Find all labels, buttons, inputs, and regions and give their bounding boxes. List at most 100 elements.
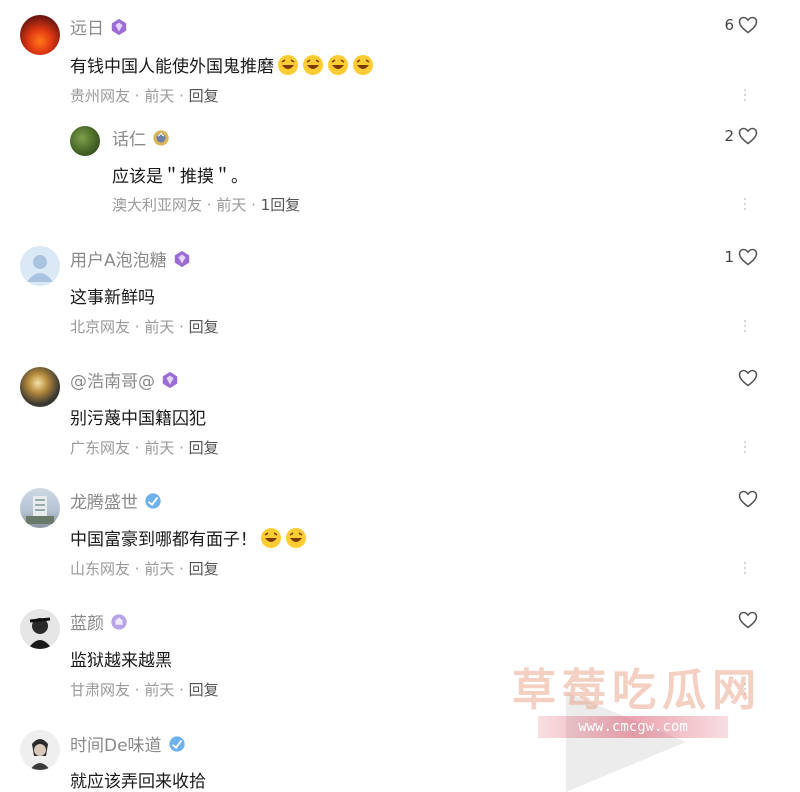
- person-photo-icon: [20, 730, 60, 770]
- username-text: 远日: [70, 19, 104, 39]
- like-button[interactable]: 2: [724, 127, 758, 145]
- location: 山东网友: [70, 560, 131, 578]
- comment-text: 这事新鲜吗: [70, 283, 155, 308]
- timestamp: 前天: [144, 681, 175, 699]
- separator: ·: [130, 681, 145, 699]
- like-button[interactable]: 1: [724, 248, 758, 266]
- like-button[interactable]: 6: [724, 16, 758, 34]
- more-options-icon[interactable]: [742, 320, 748, 332]
- comment-meta: 山东网友 · 前天 · 回复: [70, 558, 219, 579]
- avatar[interactable]: [70, 126, 100, 156]
- avatar[interactable]: [20, 15, 60, 55]
- avatar[interactable]: [20, 730, 60, 770]
- laughing-emoji-icon: [278, 54, 298, 75]
- more-options-icon[interactable]: [742, 562, 748, 574]
- separator: ·: [202, 196, 217, 214]
- avatar[interactable]: [20, 246, 60, 286]
- more-options-icon[interactable]: [742, 198, 748, 210]
- username-text: 话仁: [112, 130, 146, 150]
- reply-button[interactable]: 回复: [189, 439, 219, 457]
- like-button[interactable]: [738, 611, 758, 629]
- laughing-emoji-icon: [303, 54, 323, 75]
- comment-text-content: 应该是＂推摸＂。: [112, 167, 248, 187]
- separator: ·: [174, 681, 189, 699]
- blue-badge-icon: [145, 492, 161, 509]
- avatar[interactable]: [20, 609, 60, 649]
- separator: ·: [174, 318, 189, 336]
- username-text: @浩南哥@: [70, 372, 155, 392]
- timestamp: 前天: [144, 560, 175, 578]
- like-button[interactable]: [738, 490, 758, 508]
- username-text: 蓝颜: [70, 614, 104, 634]
- reply-button[interactable]: 回复: [189, 318, 219, 336]
- reply-button[interactable]: 回复: [189, 560, 219, 578]
- more-options-icon[interactable]: [742, 441, 748, 453]
- laughing-emoji-icon: [261, 527, 281, 548]
- location: 北京网友: [70, 318, 131, 336]
- reply-button[interactable]: 回复: [189, 87, 219, 105]
- username-text: 龙腾盛世: [70, 493, 138, 513]
- location: 广东网友: [70, 439, 131, 457]
- purple-badge-icon: [162, 371, 178, 388]
- separator: ·: [130, 318, 145, 336]
- comment-meta: 澳大利亚网友 · 前天 · 1回复: [112, 194, 300, 215]
- location: 贵州网友: [70, 87, 131, 105]
- heart-icon: [738, 611, 758, 629]
- username[interactable]: 远日: [70, 14, 128, 39]
- username[interactable]: @浩南哥@: [70, 367, 179, 392]
- separator: ·: [174, 87, 189, 105]
- watermark-logo: 草莓吃瓜网: [512, 665, 762, 716]
- comment-text: 就应该弄回来收拾: [70, 767, 206, 792]
- username-text: 时间De味道: [70, 736, 162, 756]
- laughing-emoji-icon: [286, 527, 306, 548]
- reply-button[interactable]: 回复: [189, 681, 219, 699]
- username[interactable]: 龙腾盛世: [70, 488, 162, 513]
- purple-badge-icon: [111, 18, 127, 35]
- laughing-emoji-icon: [328, 54, 348, 75]
- comment-text-content: 别污蔑中国籍囚犯: [70, 409, 206, 429]
- comment-text: 有钱中国人能使外国鬼推磨: [70, 52, 374, 77]
- purple-badge-icon: [174, 250, 189, 267]
- comment-meta: 贵州网友 · 前天 · 回复: [70, 85, 219, 106]
- like-count: 2: [724, 127, 734, 145]
- timestamp: 前天: [144, 87, 175, 105]
- more-options-icon[interactable]: [742, 89, 748, 101]
- comment-meta: 北京网友 · 前天 · 回复: [70, 316, 219, 337]
- lilac-badge-icon: [111, 613, 127, 630]
- username[interactable]: 蓝颜: [70, 609, 128, 634]
- heart-icon: [738, 16, 758, 34]
- building-icon: [26, 496, 54, 524]
- comment-text: 中国富豪到哪都有面子！: [70, 525, 307, 550]
- avatar[interactable]: [20, 367, 60, 407]
- username[interactable]: 时间De味道: [70, 731, 186, 756]
- comment-text-content: 监狱越来越黑: [70, 651, 172, 671]
- gold-badge-icon: [153, 129, 169, 146]
- timestamp: 前天: [144, 318, 175, 336]
- comment-text-content: 中国富豪到哪都有面子！: [70, 530, 257, 550]
- separator: ·: [130, 560, 145, 578]
- comment-text-content: 就应该弄回来收拾: [70, 772, 206, 792]
- like-count: 1: [724, 248, 734, 266]
- heart-icon: [738, 369, 758, 387]
- username[interactable]: 话仁: [112, 125, 170, 150]
- heart-icon: [738, 490, 758, 508]
- separator: ·: [246, 196, 261, 214]
- laughing-emoji-icon: [353, 54, 373, 75]
- separator: ·: [174, 560, 189, 578]
- comment-text-content: 这事新鲜吗: [70, 288, 155, 308]
- comment-text: 别污蔑中国籍囚犯: [70, 404, 206, 429]
- default-user-icon: [27, 255, 53, 282]
- comment-text-content: 有钱中国人能使外国鬼推磨: [70, 57, 274, 77]
- timestamp: 前天: [216, 196, 247, 214]
- separator: ·: [174, 439, 189, 457]
- username-text: 用户A泡泡糖: [70, 251, 167, 271]
- username[interactable]: 用户A泡泡糖: [70, 246, 191, 271]
- comment-meta: 甘肃网友 · 前天 · 回复: [70, 679, 219, 700]
- heart-icon: [738, 127, 758, 145]
- comment-text: 应该是＂推摸＂。: [112, 162, 248, 187]
- location: 澳大利亚网友: [112, 196, 203, 214]
- reply-button[interactable]: 1回复: [261, 196, 301, 214]
- like-button[interactable]: [738, 369, 758, 387]
- avatar[interactable]: [20, 488, 60, 528]
- timestamp: 前天: [144, 439, 175, 457]
